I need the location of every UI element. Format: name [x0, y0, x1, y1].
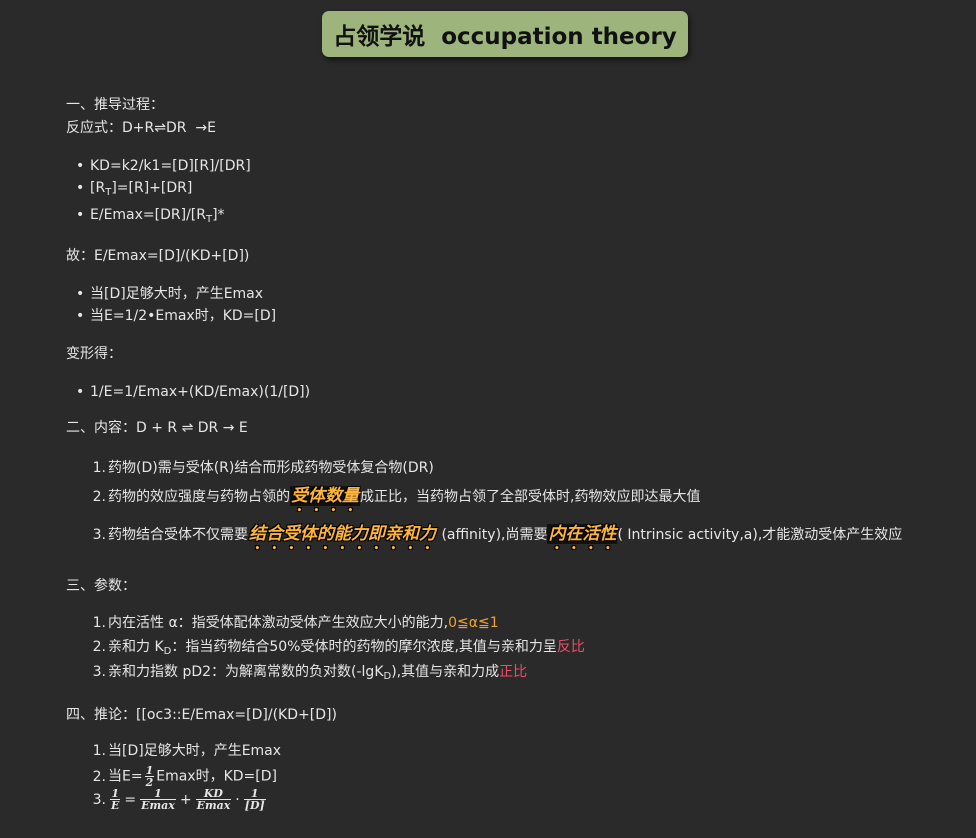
page-title: 占领学说 occupation theory	[322, 11, 688, 57]
reaction-formula: 反应式：D+R⇌DR →E	[66, 120, 216, 136]
list-item: 1. 药物(D)需与受体(R)结合而形成药物受体复合物(DR)	[92, 460, 434, 476]
list-item: 3. 药物结合受体不仅需要结合受体的能力即亲和力 (affinity),尚需要内在…	[92, 524, 903, 544]
list-item: 当E=1/2•Emax时，KD=[D]	[76, 306, 276, 326]
highlight-intrinsic-activity: 内在活性	[547, 524, 618, 544]
list-item: 2. 亲和力 KD：指当药物结合50%受体时的药物的摩尔浓度,其值与亲和力呈反比	[92, 639, 585, 657]
list-item: 2. 当E= 1 2 Emax时，KD=[D]	[92, 764, 277, 789]
list-item: 1. 当[D]足够大时，产生Emax	[92, 743, 282, 759]
list-item: KD=k2/k1=[D][R]/[DR]	[76, 156, 251, 176]
section-3-heading: 三、参数：	[66, 578, 136, 594]
list-item: 2. 药物的效应强度与药物占领的受体数量成正比，当药物占领了全部受体时,药物效应即…	[92, 486, 701, 506]
transform-heading: 变形得：	[66, 346, 122, 362]
fraction-half: 12	[144, 764, 155, 789]
list-item: 1. 内在活性 α：指受体配体激动受体产生效应大小的能力,0≦α≦1	[92, 615, 499, 631]
section-4-heading: 四、推论：[[oc3::E/Emax=[D]/(KD+[D])	[66, 707, 337, 723]
therefore-line: 故：E/Emax=[D]/(KD+[D])	[66, 248, 250, 264]
list-item: 当[D]足够大时，产生Emax	[76, 284, 263, 304]
list-item: E/Emax=[DR]/[RT]*	[76, 205, 225, 230]
section-1-heading: 一、推导过程：	[66, 97, 164, 113]
section-2-heading: 二、内容：D + R ⇌ DR → E	[66, 420, 248, 436]
list-item: [RT]=[R]+[DR]	[76, 178, 192, 203]
list-item: 3. 亲和力指数 pD2：为解离常数的负对数(-lgKD),其值与亲和力成正比	[92, 664, 528, 682]
list-item-formula: 3. 1 E = 1 Emax + KD Emax · 1 [D]	[92, 787, 266, 812]
page: 占领学说 occupation theory 一、推导过程： 反应式：D+R⇌D…	[0, 0, 976, 838]
highlight-receptor-count: 受体数量	[290, 486, 360, 506]
highlight-affinity: 结合受体的能力即亲和力	[249, 524, 436, 544]
list-item: 1/E=1/Emax+(KD/Emax)(1/[D])	[76, 382, 310, 402]
